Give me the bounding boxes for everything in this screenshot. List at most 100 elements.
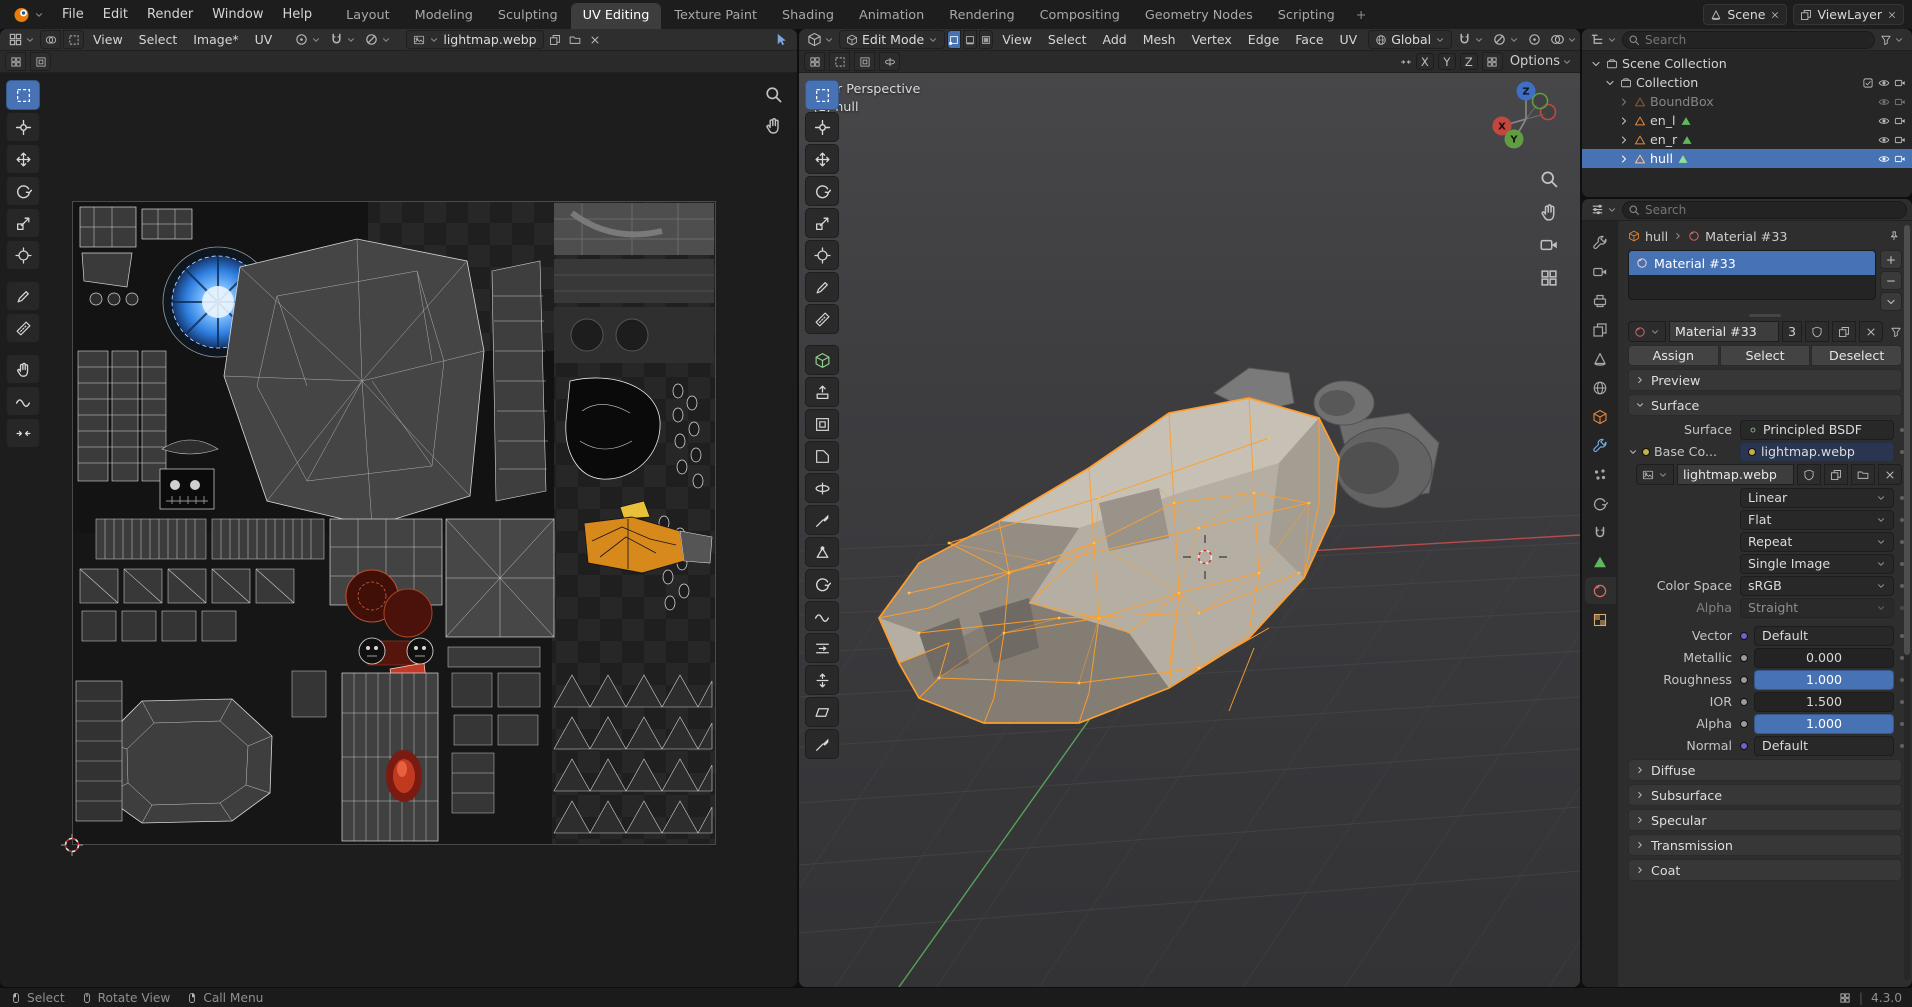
tool-inset-faces[interactable]	[805, 409, 839, 439]
image-name-field[interactable]: lightmap.webp	[1677, 464, 1794, 485]
vp-menu-face[interactable]: Face	[1288, 31, 1330, 49]
unlink-material-button[interactable]	[1859, 321, 1883, 342]
vp-menu-uv[interactable]: UV	[1333, 31, 1365, 49]
tool-rotate[interactable]	[805, 176, 839, 206]
eye-icon[interactable]	[1878, 77, 1890, 89]
tab-rendering[interactable]: Rendering	[937, 3, 1026, 29]
tool-scale[interactable]	[805, 208, 839, 238]
deselect-button[interactable]: Deselect	[1811, 345, 1902, 366]
tool-select-box[interactable]	[805, 80, 839, 110]
vp-menu-view[interactable]: View	[995, 31, 1039, 49]
viewport-canvas[interactable]: User Perspective (1) hull Z X Y	[799, 73, 1580, 987]
camera-visibility-icon[interactable]	[1894, 134, 1906, 146]
new-image-button[interactable]	[546, 31, 564, 49]
tool-bevel[interactable]	[805, 441, 839, 471]
zoom-icon[interactable]	[764, 85, 783, 104]
tool-settings-toggle-4[interactable]	[879, 52, 900, 71]
unlink-scene-icon[interactable]	[1770, 10, 1780, 20]
chevron-right-icon[interactable]	[1618, 153, 1630, 165]
base-color-input[interactable]: lightmap.webp	[1740, 442, 1894, 462]
uv-select-mode-button[interactable]	[63, 30, 84, 49]
extension-dropdown[interactable]: Repeat	[1740, 532, 1894, 552]
mode-selector[interactable]: Edit Mode	[839, 30, 945, 49]
metallic-slider[interactable]: 0.000	[1754, 648, 1894, 668]
outliner-row-en-r[interactable]: en_r	[1582, 130, 1912, 149]
vp-menu-edge[interactable]: Edge	[1241, 31, 1286, 49]
breadcrumb-material[interactable]: Material #33	[1705, 229, 1787, 244]
tool-settings-toggle-2[interactable]	[829, 52, 850, 71]
tab-scene[interactable]	[1585, 345, 1616, 372]
tab-geometry-nodes[interactable]: Geometry Nodes	[1133, 3, 1265, 29]
tool-cursor[interactable]	[6, 112, 40, 142]
camera-visibility-icon[interactable]	[1894, 77, 1906, 89]
add-slot-button[interactable]	[1880, 250, 1902, 269]
tab-texture[interactable]	[1585, 606, 1616, 633]
tool-measure[interactable]	[6, 313, 40, 343]
tab-material[interactable]	[1585, 577, 1616, 604]
tool-move[interactable]	[6, 144, 40, 174]
slot-specials-button[interactable]	[1880, 292, 1902, 311]
ortho-grid-icon[interactable]	[1539, 268, 1559, 288]
tool-poly-build[interactable]	[805, 537, 839, 567]
uv-canvas[interactable]	[0, 73, 797, 987]
tool-shrink-fatten[interactable]	[805, 665, 839, 695]
tool-select-box[interactable]	[6, 80, 40, 110]
normal-input[interactable]: Default	[1754, 736, 1894, 756]
uv-image-selector[interactable]: lightmap.webp	[406, 30, 543, 49]
tab-modeling[interactable]: Modeling	[403, 3, 485, 29]
section-transmission[interactable]: Transmission	[1628, 834, 1902, 856]
section-diffuse[interactable]: Diffuse	[1628, 759, 1902, 781]
proportional-edit-toggle[interactable]	[1489, 31, 1522, 49]
menu-edit[interactable]: Edit	[94, 4, 137, 26]
breadcrumb-object[interactable]: hull	[1645, 229, 1668, 244]
color-space-dropdown[interactable]: sRGB	[1740, 576, 1894, 596]
roughness-slider[interactable]: 1.000	[1754, 670, 1894, 690]
tool-edge-slide[interactable]	[805, 633, 839, 663]
material-users-count[interactable]: 3	[1782, 321, 1802, 342]
uv-menu-select[interactable]: Select	[132, 31, 185, 49]
chevron-down-icon[interactable]	[1590, 58, 1602, 70]
image-open-button[interactable]	[1851, 464, 1875, 485]
material-slot-row[interactable]: Material #33	[1629, 251, 1875, 275]
tool-smooth[interactable]	[805, 601, 839, 631]
vp-menu-select[interactable]: Select	[1041, 31, 1094, 49]
scene-selector[interactable]: Scene	[1703, 4, 1787, 25]
material-slot-list[interactable]: Material #33	[1628, 250, 1876, 300]
open-image-button[interactable]	[566, 31, 584, 49]
tool-spin[interactable]	[805, 569, 839, 599]
vp-menu-add[interactable]: Add	[1095, 31, 1133, 49]
tool-relax[interactable]	[6, 386, 40, 416]
menu-render[interactable]: Render	[138, 4, 202, 26]
outliner-row-hull[interactable]: hull	[1582, 149, 1912, 168]
zoom-icon[interactable]	[1539, 169, 1559, 189]
tool-settings-toggle-3[interactable]	[854, 52, 875, 71]
section-subsurface[interactable]: Subsurface	[1628, 784, 1902, 806]
uv-pivot-dropdown[interactable]	[291, 31, 324, 49]
camera-view-icon[interactable]	[1539, 235, 1559, 255]
uv-menu-view[interactable]: View	[86, 31, 130, 49]
image-new-button[interactable]	[1824, 464, 1848, 485]
tab-tool[interactable]	[1585, 229, 1616, 256]
viewlayer-selector[interactable]: ViewLayer	[1793, 4, 1904, 25]
tab-object[interactable]	[1585, 403, 1616, 430]
vp-menu-mesh[interactable]: Mesh	[1136, 31, 1183, 49]
tool-extrude-region[interactable]	[805, 377, 839, 407]
browse-image-button[interactable]	[1636, 464, 1674, 485]
eye-icon[interactable]	[1878, 96, 1890, 108]
vector-input[interactable]: Default	[1754, 626, 1894, 646]
uv-sync-selection-toggle[interactable]	[40, 30, 61, 49]
uv-active-tool-indicator[interactable]	[771, 31, 792, 49]
slot-list-resize-grip[interactable]	[1618, 311, 1912, 319]
tool-cursor[interactable]	[805, 112, 839, 142]
menu-help[interactable]: Help	[274, 4, 322, 26]
outliner-editor-type-dropdown[interactable]	[1587, 31, 1620, 49]
assign-button[interactable]: Assign	[1628, 345, 1719, 366]
tool-knife[interactable]	[805, 505, 839, 535]
select-mode-edge[interactable]	[963, 30, 977, 49]
surface-shader-dropdown[interactable]: Principled BSDF	[1740, 420, 1894, 440]
chevron-down-icon[interactable]	[1604, 77, 1616, 89]
fake-user-button[interactable]	[1805, 321, 1829, 342]
uv-snap-dropdown[interactable]	[326, 31, 359, 49]
eye-icon[interactable]	[1878, 153, 1890, 165]
tool-measure[interactable]	[805, 304, 839, 334]
